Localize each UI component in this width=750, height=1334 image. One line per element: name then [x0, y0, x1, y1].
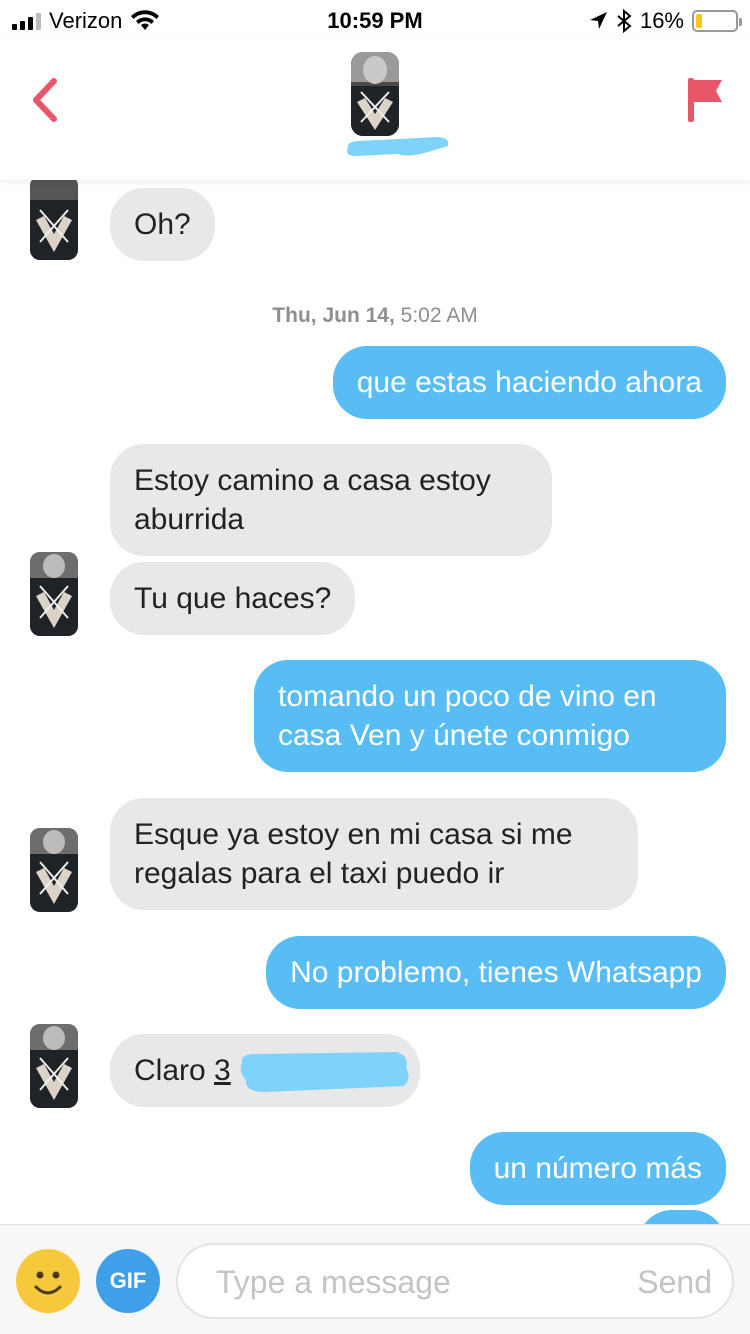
- back-button[interactable]: [20, 70, 70, 130]
- message-input-container: Send: [176, 1243, 734, 1319]
- battery-icon: [692, 10, 742, 32]
- sender-avatar[interactable]: [30, 1024, 78, 1108]
- message-bubble-outgoing[interactable]: un número más: [469, 1132, 726, 1205]
- message-bubble-incoming[interactable]: Tu que haces?: [110, 562, 356, 635]
- sender-avatar[interactable]: [30, 180, 78, 260]
- message-bubble-outgoing[interactable]: No problemo, tienes Whatsapp: [266, 936, 726, 1009]
- redacted-name: [347, 137, 449, 156]
- sender-avatar[interactable]: [30, 828, 78, 912]
- message-bubble-incoming[interactable]: Oh?: [110, 188, 215, 261]
- message-bubble-outgoing[interactable]: que estas haciendo ahora: [332, 346, 726, 419]
- phone-number-link[interactable]: 3: [214, 1054, 231, 1087]
- flag-icon: [688, 78, 722, 122]
- timestamp-time: 5:02 AM: [394, 304, 478, 327]
- sender-avatar[interactable]: [30, 552, 78, 636]
- redacted-phone-number: [240, 1052, 409, 1092]
- report-flag-button[interactable]: [684, 74, 728, 124]
- send-button[interactable]: Send: [637, 1259, 712, 1305]
- match-avatar[interactable]: [351, 52, 399, 136]
- smiley-icon: [34, 1271, 62, 1295]
- message-bubble-outgoing-partial[interactable]: [638, 1210, 726, 1224]
- message-input[interactable]: [216, 1259, 606, 1305]
- message-composer: GIF Send: [0, 1224, 750, 1334]
- message-text: Claro: [134, 1054, 215, 1087]
- timestamp: Thu, Jun 14, 5:02 AM: [0, 304, 750, 328]
- emoji-button[interactable]: [16, 1249, 80, 1313]
- location-arrow-icon: [589, 12, 607, 29]
- battery-percent: 16%: [639, 8, 684, 33]
- message-bubble-incoming[interactable]: Estoy camino a casa estoy aburrida: [110, 444, 552, 556]
- timestamp-date: Thu, Jun 14,: [272, 304, 395, 327]
- status-bar: Verizon 10:59 PM 16%: [0, 0, 750, 40]
- chat-header: [0, 40, 750, 180]
- message-bubble-outgoing[interactable]: tomando un poco de vino en casa Ven y ún…: [254, 660, 726, 772]
- gif-button[interactable]: GIF: [96, 1249, 160, 1313]
- message-bubble-incoming[interactable]: Esque ya estoy en mi casa si me regalas …: [110, 798, 638, 910]
- status-right: 16%: [588, 8, 742, 34]
- bluetooth-icon: [617, 9, 632, 33]
- battery-fill: [696, 14, 703, 28]
- message-list[interactable]: Oh? Thu, Jun 14, 5:02 AM que estas hacie…: [0, 180, 750, 1224]
- chevron-left-icon: [33, 78, 57, 122]
